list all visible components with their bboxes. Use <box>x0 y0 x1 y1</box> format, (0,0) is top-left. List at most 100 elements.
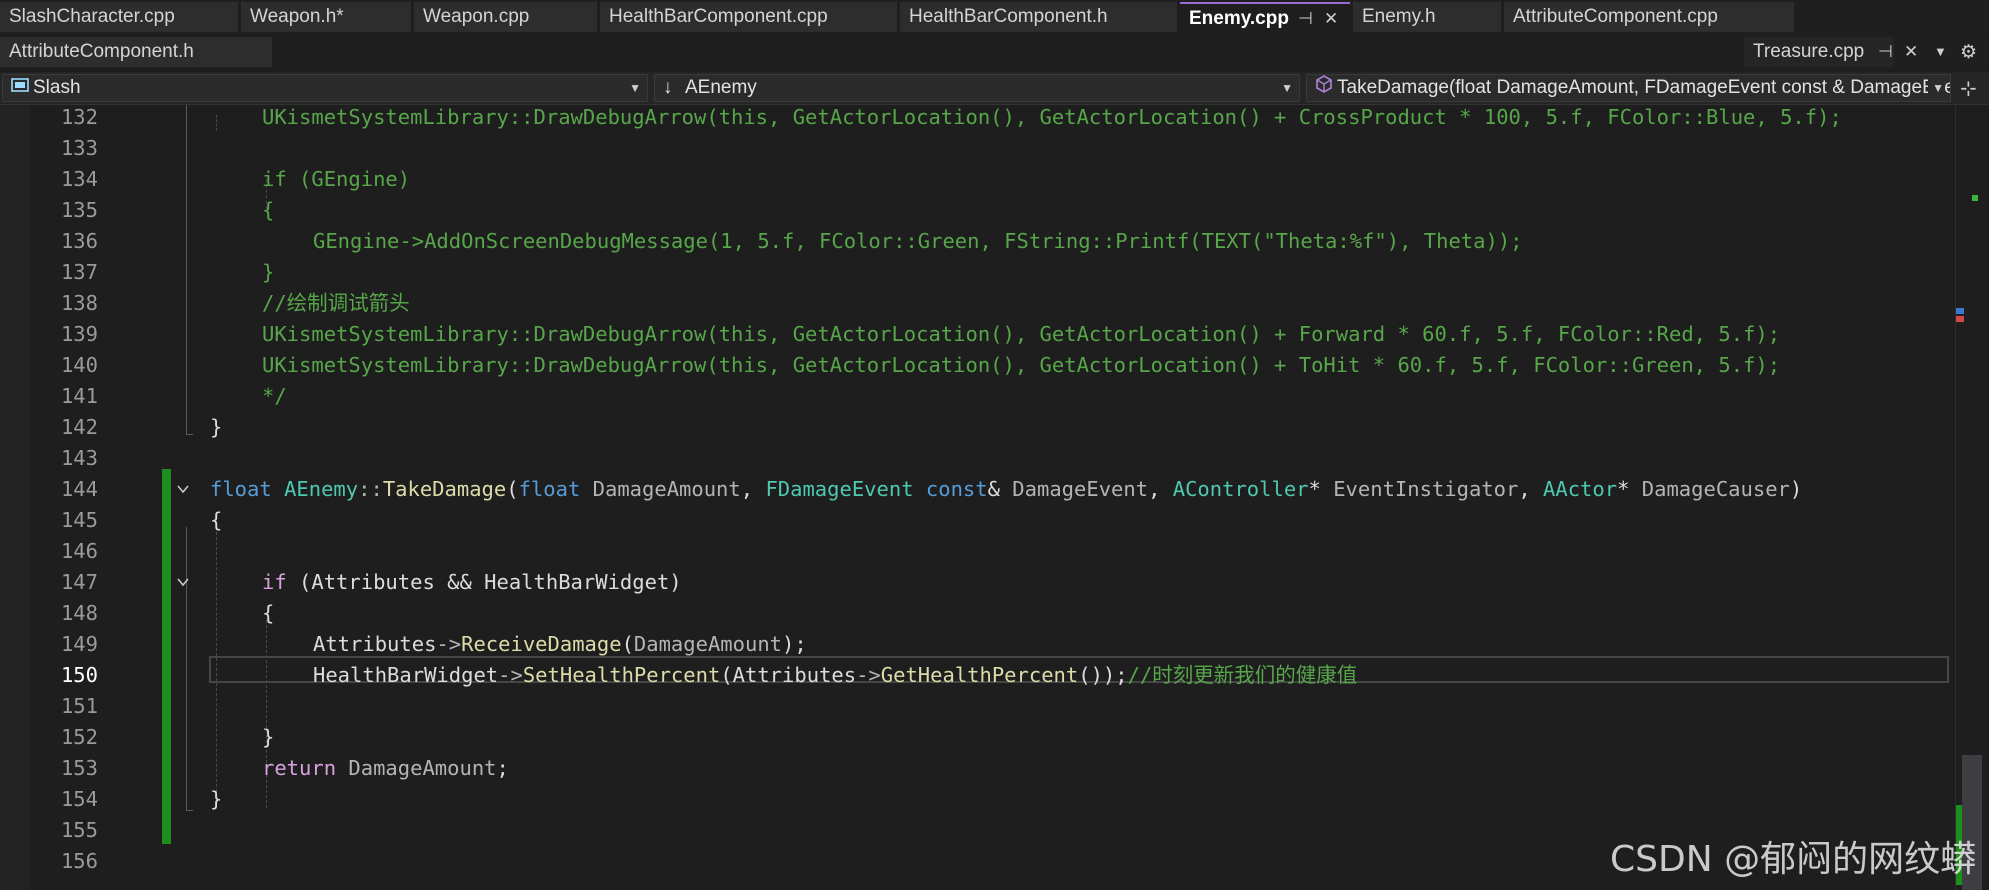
code-text: } <box>210 415 223 439</box>
project-label: Slash <box>33 77 81 98</box>
tab-treasure-cpp[interactable]: Treasure.cpp <box>1744 37 1894 67</box>
code-line[interactable]: 148 { <box>0 598 1960 629</box>
line-number: 140 <box>60 353 98 377</box>
fold-icon[interactable] <box>176 575 190 589</box>
code-line[interactable]: 149 Attributes->ReceiveDamage(DamageAmou… <box>0 629 1960 660</box>
code-text: if (GEngine) <box>262 167 411 191</box>
code-text: } <box>262 260 275 284</box>
code-text: if (Attributes && HealthBarWidget) <box>262 570 682 594</box>
code-line[interactable]: 142 } <box>0 412 1960 443</box>
tab-attributecomponent-h[interactable]: AttributeComponent.h <box>0 37 272 67</box>
line-number: 139 <box>60 322 98 346</box>
tab-label: SlashCharacter.cpp <box>9 6 175 27</box>
code-line[interactable]: 150 HealthBarWidget->SetHealthPercent(At… <box>0 660 1960 691</box>
line-number: 156 <box>60 849 98 873</box>
method-icon <box>1315 75 1337 101</box>
code-line[interactable]: 133 <box>0 133 1960 164</box>
code-line[interactable]: 152 } <box>0 722 1960 753</box>
tab-label: Weapon.cpp <box>423 6 530 27</box>
code-text: { <box>262 601 275 625</box>
code-line[interactable]: 151 <box>0 691 1960 722</box>
line-number: 146 <box>60 539 98 563</box>
tab-label: Weapon.h* <box>250 6 344 27</box>
line-number: 144 <box>60 477 98 501</box>
line-number: 155 <box>60 818 98 842</box>
code-text: UKismetSystemLibrary::DrawDebugArrow(thi… <box>262 105 1842 129</box>
line-number: 145 <box>60 508 98 532</box>
line-number: 149 <box>60 632 98 656</box>
fold-icon[interactable] <box>176 482 190 496</box>
project-dropdown[interactable]: Slash ▼ <box>2 74 648 102</box>
code-line[interactable]: 136 GEngine->AddOnScreenDebugMessage(1, … <box>0 226 1960 257</box>
split-icon[interactable]: ⊹ <box>1960 76 1977 101</box>
change-mark <box>1972 195 1978 201</box>
pin-icon[interactable]: ⊣ <box>1878 42 1893 62</box>
code-text: */ <box>262 384 287 408</box>
code-line[interactable]: 153 return DamageAmount; <box>0 753 1960 784</box>
document-tabs-row-1: SlashCharacter.cpp Weapon.h* Weapon.cpp … <box>0 0 1989 33</box>
tab-label: Enemy.cpp <box>1189 8 1289 29</box>
tab-attributecomponent-cpp[interactable]: AttributeComponent.cpp <box>1504 2 1794 32</box>
code-text: GEngine->AddOnScreenDebugMessage(1, 5.f,… <box>313 229 1523 253</box>
tab-label: AttributeComponent.cpp <box>1513 6 1718 27</box>
bookmark-mark <box>1956 308 1964 314</box>
code-line[interactable]: 134 if (GEngine) <box>0 164 1960 195</box>
vertical-scrollbar[interactable] <box>1955 105 1989 890</box>
project-icon <box>11 75 33 101</box>
tab-label: AttributeComponent.h <box>9 41 194 62</box>
code-text: } <box>262 725 275 749</box>
code-line[interactable]: 144 float AEnemy::TakeDamage(float Damag… <box>0 474 1960 505</box>
code-text: //绘制调试箭头 <box>262 291 410 315</box>
class-icon: ↓ <box>663 77 673 98</box>
line-number: 151 <box>60 694 98 718</box>
close-icon[interactable]: ✕ <box>1904 42 1918 62</box>
line-number: 142 <box>60 415 98 439</box>
tab-label: Treasure.cpp <box>1753 41 1865 62</box>
tab-healthbarcomponent-h[interactable]: HealthBarComponent.h <box>900 2 1177 32</box>
code-line[interactable]: 145 { <box>0 505 1960 536</box>
line-number: 141 <box>60 384 98 408</box>
tab-healthbarcomponent-cpp[interactable]: HealthBarComponent.cpp <box>600 2 897 32</box>
code-line[interactable]: 139 UKismetSystemLibrary::DrawDebugArrow… <box>0 319 1960 350</box>
gear-icon[interactable]: ⚙ <box>1960 41 1977 64</box>
code-text: UKismetSystemLibrary::DrawDebugArrow(thi… <box>262 322 1781 346</box>
code-editor[interactable]: 132 UKismetSystemLibrary::DrawDebugArrow… <box>0 105 1989 890</box>
code-text: HealthBarWidget->SetHealthPercent(Attrib… <box>313 663 1358 687</box>
tab-enemy-h[interactable]: Enemy.h <box>1353 2 1501 32</box>
scope-dropdown[interactable]: ↓ AEnemy ▼ <box>654 74 1300 102</box>
code-text: { <box>210 508 223 532</box>
line-number: 132 <box>60 105 98 129</box>
code-line[interactable]: 147 if (Attributes && HealthBarWidget) <box>0 567 1960 598</box>
code-line[interactable]: 143 <box>0 443 1960 474</box>
code-line[interactable]: 135 { <box>0 195 1960 226</box>
tab-label: HealthBarComponent.cpp <box>609 6 828 27</box>
line-number: 133 <box>60 136 98 160</box>
error-mark <box>1956 316 1964 322</box>
code-line[interactable]: 154 } <box>0 784 1960 815</box>
close-icon[interactable]: ✕ <box>1324 4 1338 32</box>
line-number: 135 <box>60 198 98 222</box>
code-line[interactable]: 141 */ <box>0 381 1960 412</box>
tab-enemy-cpp[interactable]: Enemy.cpp ⊣ ✕ <box>1180 2 1350 32</box>
code-line[interactable]: 146 <box>0 536 1960 567</box>
line-number: 150 <box>60 663 98 687</box>
line-number: 143 <box>60 446 98 470</box>
tab-weapon-cpp[interactable]: Weapon.cpp <box>414 2 597 32</box>
code-line[interactable]: 138 //绘制调试箭头 <box>0 288 1960 319</box>
member-dropdown[interactable]: TakeDamage(float DamageAmount, FDamageEv… <box>1306 74 1951 102</box>
tab-weapon-h[interactable]: Weapon.h* <box>241 2 411 32</box>
scope-label: AEnemy <box>685 77 757 98</box>
dropdown-icon[interactable]: ▼ <box>1934 44 1947 59</box>
watermark: CSDN @郁闷的网纹蟒 <box>1610 839 1977 880</box>
code-text: return DamageAmount; <box>262 756 509 780</box>
pin-icon[interactable]: ⊣ <box>1298 4 1313 32</box>
tab-slashcharacter-cpp[interactable]: SlashCharacter.cpp <box>0 2 238 32</box>
line-number: 153 <box>60 756 98 780</box>
code-line[interactable]: 140 UKismetSystemLibrary::DrawDebugArrow… <box>0 350 1960 381</box>
code-line[interactable]: 132 UKismetSystemLibrary::DrawDebugArrow… <box>0 105 1960 133</box>
code-line[interactable]: 137 } <box>0 257 1960 288</box>
chevron-down-icon: ▼ <box>1928 75 1944 101</box>
navigation-bar: Slash ▼ ↓ AEnemy ▼ TakeDamage(float Damag… <box>0 72 1989 105</box>
line-number: 138 <box>60 291 98 315</box>
code-text: { <box>262 198 275 222</box>
